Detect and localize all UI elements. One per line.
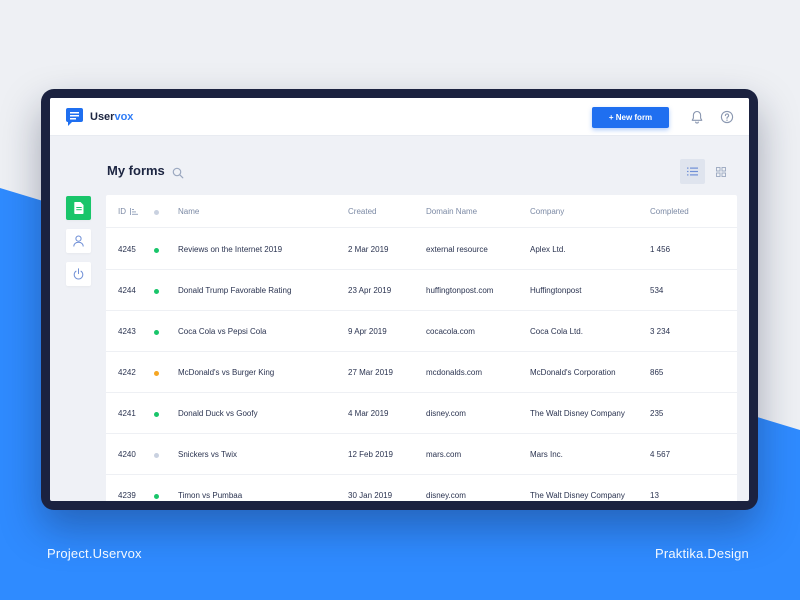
status-dot [154,330,159,335]
column-id-label: ID [118,207,126,216]
cell-created: 4 Mar 2019 [348,409,389,418]
footer-credit-label: Praktika.Design [654,546,749,561]
cell-id: 4244 [118,286,136,295]
status-dot [154,289,159,294]
new-form-button[interactable]: + New form [592,107,669,128]
cell-domain: huffingtonpost.com [426,286,494,295]
table-header: ID Name Created Domain Name Company Comp… [106,195,737,228]
bell-icon[interactable] [690,110,704,124]
cell-name: Donald Duck vs Goofy [178,409,258,418]
user-icon [73,235,84,247]
app-screen: Uservox + New form My forms ID Name Crea… [50,98,749,501]
logo-accent-text: vox [114,111,134,123]
grid-view-button[interactable] [708,159,733,184]
cell-domain: disney.com [426,491,466,500]
column-header-name[interactable]: Name [178,207,199,216]
column-header-domain[interactable]: Domain Name [426,207,477,216]
status-dot [154,371,159,376]
table-row[interactable]: 4243 Coca Cola vs Pepsi Cola 9 Apr 2019 coc… [106,311,737,352]
device-frame: Uservox + New form My forms ID Name Crea… [41,89,758,510]
cell-name: Timon vs Pumbaa [178,491,243,500]
cell-completed: 1 456 [650,245,671,254]
power-icon [73,268,84,280]
status-dot [154,412,159,417]
cell-name: McDonald's vs Burger King [178,368,275,377]
sidebar-item-logout[interactable] [66,262,91,286]
sidebar-item-users[interactable] [66,229,91,253]
table-row[interactable]: 4240 Snickers vs Twix 12 Feb 2019 mars.com M… [106,434,737,475]
cell-company: Huffingtonpost [530,286,582,295]
document-icon [73,202,83,214]
cell-created: 27 Mar 2019 [348,368,393,377]
top-bar: Uservox + New form [50,98,749,136]
cell-completed: 13 [650,491,659,500]
table-row[interactable]: 4242 McDonald's vs Burger King 27 Mar 2019… [106,352,737,393]
column-header-completed[interactable]: Completed [650,207,689,216]
cell-domain: mars.com [426,450,462,459]
logo-icon [66,108,83,126]
table-row[interactable]: 4244 Donald Trump Favorable Rating 23 Apr … [106,270,737,311]
cell-created: 12 Feb 2019 [348,450,393,459]
column-header-created[interactable]: Created [348,207,376,216]
cell-company: The Walt Disney Company [530,491,625,500]
logo-main-text: User [90,111,115,123]
status-dot [154,453,159,458]
cell-completed: 534 [650,286,664,295]
cell-completed: 865 [650,368,664,377]
status-dot [154,494,159,499]
cell-name: Reviews on the Internet 2019 [178,245,283,254]
table-row[interactable]: 4241 Donald Duck vs Goofy 4 Mar 2019 disney… [106,393,737,434]
cell-domain: cocacola.com [426,327,475,336]
cell-created: 9 Apr 2019 [348,327,387,336]
column-header-id[interactable]: ID [118,207,139,216]
cell-company: The Walt Disney Company [530,409,625,418]
help-icon[interactable] [720,110,734,124]
cell-domain: mcdonalds.com [426,368,483,377]
status-column-icon [154,210,159,215]
cell-id: 4240 [118,450,136,459]
table-row[interactable]: 4239 Timon vs Pumbaa 30 Jan 2019 disney.com… [106,475,737,501]
cell-company: Coca Cola Ltd. [530,327,583,336]
cell-id: 4241 [118,409,136,418]
cell-name: Snickers vs Twix [178,450,237,459]
status-dot [154,248,159,253]
cell-completed: 235 [650,409,664,418]
page-title: My forms [107,163,165,178]
cell-name: Coca Cola vs Pepsi Cola [178,327,267,336]
cell-domain: external resource [426,245,488,254]
cell-created: 2 Mar 2019 [348,245,389,254]
cell-company: McDonald's Corporation [530,368,616,377]
grid-view-icon [715,166,726,177]
cell-company: Mars Inc. [530,450,563,459]
column-header-company[interactable]: Company [530,207,564,216]
cell-completed: 4 567 [650,450,671,459]
cell-created: 30 Jan 2019 [348,491,393,500]
sidebar-item-forms[interactable] [66,196,91,220]
cell-created: 23 Apr 2019 [348,286,392,295]
cell-id: 4242 [118,368,136,377]
list-view-button[interactable] [680,159,705,184]
table-row[interactable]: 4245 Reviews on the Internet 2019 2 Mar 20… [106,229,737,270]
search-icon[interactable] [172,167,184,179]
list-view-icon [687,167,698,176]
sort-icon [130,208,139,215]
forms-table: ID Name Created Domain Name Company Comp… [106,195,737,501]
footer-project-label: Project.Uservox [47,546,142,561]
cell-id: 4245 [118,245,136,254]
cell-id: 4239 [118,491,136,500]
cell-company: Aplex Ltd. [530,245,566,254]
cell-name: Donald Trump Favorable Rating [178,286,292,295]
cell-id: 4243 [118,327,136,336]
cell-completed: 3 234 [650,327,671,336]
app-logo-text[interactable]: Uservox [90,111,133,123]
cell-domain: disney.com [426,409,466,418]
